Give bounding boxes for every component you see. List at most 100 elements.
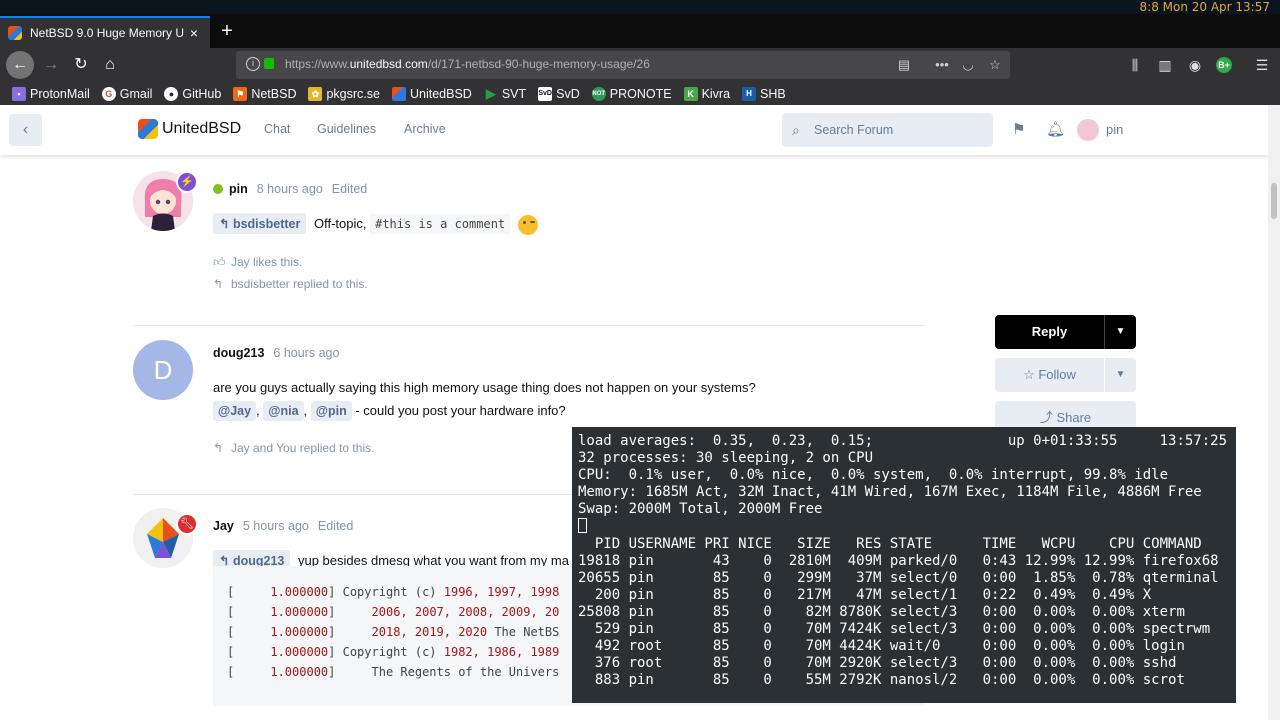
bookmark-protonmail[interactable]: ▪ ProtonMail: [12, 86, 90, 101]
process-row: 529 pin 85 0 70M 7424K select/3 0:00 0.0…: [578, 621, 1211, 637]
search-input[interactable]: [814, 121, 984, 139]
unitedbsd-favicon-icon: [8, 26, 22, 40]
post-username[interactable]: pin: [229, 182, 248, 196]
url-text[interactable]: https://www.unitedbsd.com/d/171-netbsd-9…: [285, 57, 650, 71]
new-tab-button[interactable]: +: [216, 20, 238, 42]
share-icon: ⤴: [1039, 410, 1053, 425]
post-replies[interactable]: ↰ Jay and You replied to this.: [213, 441, 374, 455]
secure-lock-icon[interactable]: [264, 58, 274, 69]
bookmark-svt[interactable]: ▶ SVT: [484, 86, 526, 101]
flag-icon[interactable]: ⚑: [1012, 120, 1025, 138]
bookmark-label: PRONOTE: [609, 86, 672, 101]
follow-text: Follow: [1038, 367, 1076, 382]
post-body-line2: @Jay, @nia, @pin - could you post your h…: [213, 401, 566, 421]
post-time[interactable]: 8 hours ago: [257, 182, 323, 196]
close-tab-icon[interactable]: ×: [186, 25, 202, 41]
avatar[interactable]: D: [133, 340, 193, 400]
follow-button[interactable]: ☆ Follow ▼: [995, 358, 1136, 392]
post-text: Off-topic,: [313, 216, 367, 231]
account-icon[interactable]: ◉: [1186, 56, 1204, 74]
header-username[interactable]: pin: [1106, 122, 1123, 137]
forum-header: ‹ UnitedBSD Chat Guidelines Archive ⌕ ⚑ …: [0, 105, 1268, 155]
bookmark-unitedbsd[interactable]: UnitedBSD: [391, 86, 472, 101]
follow-dropdown-chevron-icon[interactable]: ▼: [1105, 358, 1136, 392]
scrollbar-thumb[interactable]: [1271, 183, 1277, 219]
reply-dropdown-chevron-icon[interactable]: ▼: [1105, 315, 1136, 349]
post-time[interactable]: 6 hours ago: [273, 346, 339, 360]
reload-button[interactable]: ↻: [68, 52, 94, 78]
post-time[interactable]: 5 hours ago: [243, 519, 309, 533]
library-icon[interactable]: ⫼: [1126, 56, 1144, 74]
prompt-line: [578, 518, 1236, 536]
bookmark-svd[interactable]: SvD SvD: [538, 86, 580, 101]
reply-icon: ↰: [213, 441, 224, 455]
bookmark-gmail[interactable]: G Gmail: [101, 86, 153, 101]
reply-to-user: bsdisbetter: [232, 217, 301, 231]
bookmark-label: Gmail: [119, 86, 153, 101]
page-scrollbar[interactable]: [1268, 105, 1280, 720]
extension-badge-icon[interactable]: B+: [1216, 57, 1232, 73]
bookmark-label: NetBSD: [251, 86, 297, 101]
bookmark-label: Kivra: [701, 86, 731, 101]
separator: ,: [303, 403, 308, 418]
reader-view-icon[interactable]: ▤: [896, 57, 912, 73]
nav-archive[interactable]: Archive: [404, 122, 446, 136]
bookmark-kivra[interactable]: K Kivra: [683, 86, 731, 101]
reply-button[interactable]: Reply ▼: [995, 315, 1136, 349]
lightning-badge-icon: ⚡: [176, 171, 198, 193]
page-actions-icon[interactable]: •••: [934, 57, 950, 73]
pocket-icon[interactable]: ◡: [960, 57, 976, 73]
search-box[interactable]: ⌕: [782, 113, 993, 147]
hamburger-menu-icon[interactable]: ☰: [1253, 56, 1271, 74]
home-button[interactable]: ⌂: [97, 52, 123, 78]
post-username[interactable]: doug213: [213, 346, 264, 360]
top-summary-line: Memory: 1685M Act, 32M Inact, 41M Wired,…: [578, 484, 1202, 500]
url-host: unitedbsd.com: [349, 57, 428, 71]
bookmark-label: UnitedBSD: [409, 86, 472, 101]
terminal-window-top[interactable]: load averages: 0.35, 0.23, 0.15; up 0+01…: [572, 427, 1236, 703]
nav-chat[interactable]: Chat: [264, 122, 290, 136]
back-to-list-button[interactable]: ‹: [9, 114, 42, 146]
code-text: ] Copyright (c): [328, 585, 444, 599]
post-likes[interactable]: 👍︎ Jay likes this.: [213, 255, 302, 270]
unitedbsd-logo-icon: [138, 119, 158, 139]
mention-nia[interactable]: @nia: [263, 401, 304, 421]
post-replies[interactable]: ↰ bsdisbetter replied to this.: [213, 277, 368, 291]
bookmark-pkgsrc[interactable]: ✿ pkgsrc.se: [308, 86, 380, 101]
user-avatar[interactable]: [1077, 119, 1099, 141]
reply-icon: ↰: [213, 277, 224, 291]
post-edited[interactable]: Edited: [318, 519, 353, 533]
share-label: Share: [1056, 410, 1092, 425]
sidebar-icon[interactable]: ▥: [1156, 56, 1174, 74]
replies-text: bsdisbetter replied to this.: [231, 277, 368, 291]
bookmark-star-icon[interactable]: ☆: [987, 57, 1003, 73]
post-edited[interactable]: Edited: [332, 182, 367, 196]
site-info-icon[interactable]: i: [246, 57, 260, 71]
nav-guidelines[interactable]: Guidelines: [317, 122, 376, 136]
svd-icon: SvD: [538, 86, 553, 101]
code-timestamp: 1.000000: [270, 665, 329, 679]
follow-label: ☆ Follow: [1023, 367, 1076, 382]
forward-button[interactable]: →: [38, 52, 64, 78]
post-username[interactable]: Jay: [213, 519, 234, 533]
bookmark-pronote[interactable]: NOT PRONOTE: [591, 86, 672, 101]
code-years: 1996, 1997, 1998: [443, 585, 560, 599]
bookmark-label: SvD: [556, 86, 580, 101]
back-button[interactable]: ←: [6, 51, 34, 79]
separator: ,: [256, 403, 260, 418]
bookmark-netbsd[interactable]: ⚑ NetBSD: [233, 86, 297, 101]
bell-icon[interactable]: 🔔︎: [1046, 120, 1065, 138]
post-header: Jay 5 hours ago Edited: [213, 519, 353, 533]
bookmark-github[interactable]: ● GitHub: [164, 86, 221, 101]
bookmark-shb[interactable]: H SHB: [742, 86, 786, 101]
mention-jay[interactable]: @Jay: [213, 401, 257, 421]
reply-label: Reply: [1031, 324, 1068, 339]
tab-netbsd-memory[interactable]: NetBSD 9.0 Huge Memory U ×: [0, 16, 210, 48]
reply-mention[interactable]: ↰ bsdisbetter: [213, 213, 307, 234]
inline-code: #this is a comment: [370, 214, 511, 234]
mention-pin[interactable]: @pin: [310, 401, 352, 421]
address-bar[interactable]: i https://www.unitedbsd.com/d/171-netbsd…: [236, 51, 1010, 79]
forum-brand[interactable]: UnitedBSD: [138, 119, 241, 139]
code-timestamp: 1.000000: [270, 605, 329, 619]
post-header: pin 8 hours ago Edited: [213, 182, 367, 196]
